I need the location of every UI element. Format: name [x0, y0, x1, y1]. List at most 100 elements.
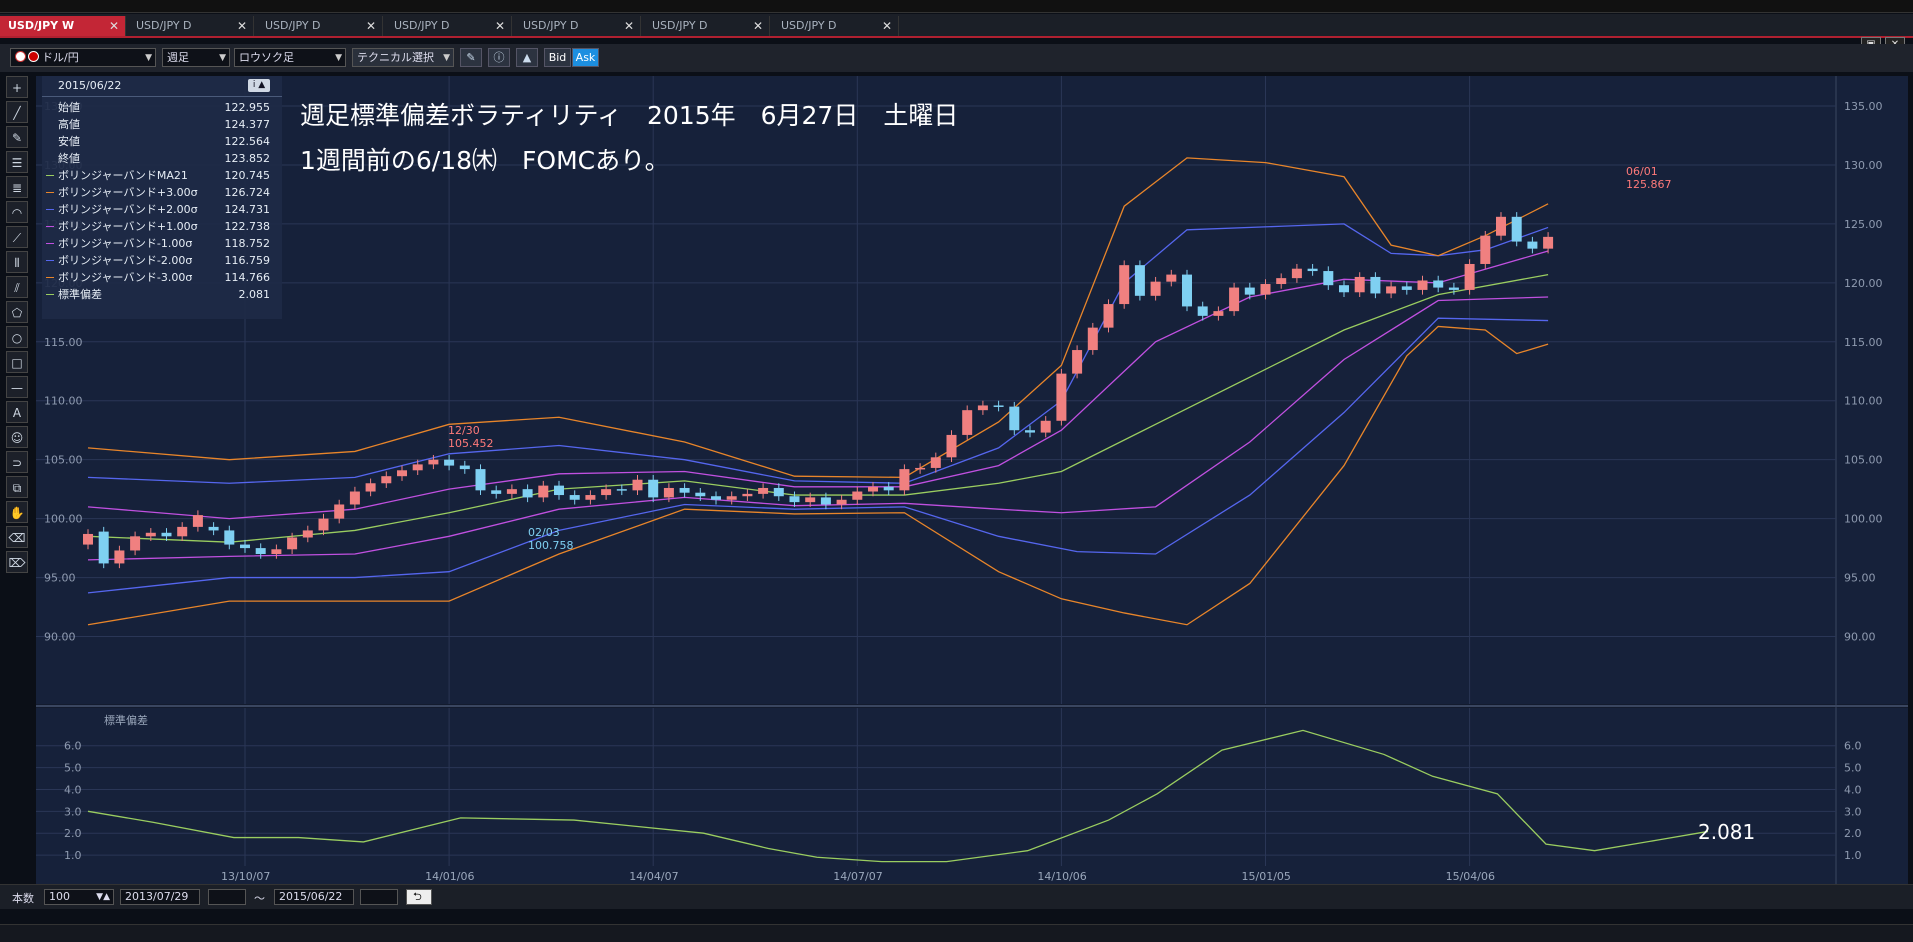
info-row-value: 124.377	[224, 118, 271, 131]
eraser-icon[interactable]: ⌫	[6, 526, 28, 548]
end-date-value: 2015/06/22	[279, 890, 343, 903]
sub-y-tick-label-right: 2.0	[1844, 827, 1862, 840]
circle-icon[interactable]: ○	[6, 326, 28, 348]
close-icon[interactable]: ✕	[624, 16, 634, 36]
text-tool-icon[interactable]: A	[6, 401, 28, 423]
technical-select-button[interactable]: テクニカル選択 ▼	[352, 48, 454, 67]
candle-body	[1260, 284, 1271, 295]
channel-icon[interactable]: ⫽	[6, 276, 28, 298]
close-icon[interactable]: ✕	[109, 16, 119, 36]
candle-body	[1056, 373, 1067, 421]
candle-body	[585, 495, 596, 500]
trendline-icon[interactable]: ╱	[6, 101, 28, 123]
x-tick-label: 14/04/07	[629, 870, 678, 883]
high-marker-date: 12/30	[448, 424, 480, 437]
range-tilde: ～	[254, 892, 265, 905]
candle-body	[569, 495, 580, 500]
chart-tab[interactable]: USD/JPY D ✕	[386, 16, 512, 36]
chart-tab[interactable]: USD/JPY D ✕	[128, 16, 254, 36]
crosshair-icon[interactable]: +	[6, 76, 28, 98]
fibonacci-icon[interactable]: ≣	[6, 176, 28, 198]
copy-icon[interactable]: ⧉	[6, 476, 28, 498]
sub-y-tick-label-left: 2.0	[64, 827, 82, 840]
period-select[interactable]: 週足 ▼	[162, 48, 230, 67]
collapse-icon[interactable]: i ▲	[248, 79, 270, 92]
candle-body	[1040, 420, 1051, 433]
bid-button[interactable]: Bid	[544, 48, 571, 67]
candle-body	[365, 483, 376, 492]
chart-tab[interactable]: USD/JPY D ✕	[257, 16, 383, 36]
start-date-input[interactable]: 2013/07/29	[120, 889, 200, 905]
close-icon[interactable]: ✕	[237, 16, 247, 36]
sub-y-tick-label-left: 1.0	[64, 849, 82, 862]
hand-icon[interactable]: ✋	[6, 501, 28, 523]
start-time-input[interactable]	[208, 889, 246, 905]
candle-body	[836, 499, 847, 505]
candle-body	[444, 459, 455, 466]
tab-label: USD/JPY D	[781, 19, 837, 32]
chart-tab[interactable]: USD/JPY W ✕	[0, 16, 126, 36]
series-color-swatch	[46, 243, 54, 244]
candle-body	[145, 532, 156, 537]
menu-strip	[0, 0, 1913, 13]
candle-body	[1150, 281, 1161, 296]
trading-chart-window: USD/JPY W ✕ USD/JPY D ✕ USD/JPY D ✕ USD/JPY…	[0, 0, 1913, 942]
end-date-input[interactable]: 2015/06/22	[274, 889, 354, 905]
currency-pair-select[interactable]: ドル/円 ▼	[10, 48, 156, 67]
close-icon[interactable]: ✕	[366, 16, 376, 36]
info-panel-date: 2015/06/22	[58, 79, 122, 92]
info-row: 始値 122.955	[42, 99, 282, 116]
close-icon[interactable]: ✕	[495, 16, 505, 36]
count-input[interactable]: 100 ▼▲	[44, 889, 114, 905]
series-color-swatch	[46, 294, 54, 295]
info-row-value: 118.752	[224, 237, 271, 250]
chart-area[interactable]: 90.00 90.00 95.00 95.00 100.00 100.00 105.00 10…	[36, 76, 1908, 884]
info-icon[interactable]: ⓘ	[488, 48, 510, 67]
chart-tab[interactable]: USD/JPY D ✕	[515, 16, 641, 36]
status-bar	[0, 924, 1913, 942]
stamp-icon[interactable]: ☺	[6, 426, 28, 448]
apply-icon[interactable]: ⮌	[406, 889, 432, 905]
pencil-icon[interactable]: ✎	[6, 126, 28, 148]
arc-icon[interactable]: ◠	[6, 201, 28, 223]
y-tick-label-right: 125.00	[1844, 218, 1883, 231]
vertical-lines-icon[interactable]: ⦀	[6, 251, 28, 273]
candle-body	[1182, 274, 1192, 307]
x-tick-label: 13/10/07	[221, 870, 270, 883]
magnet-icon[interactable]: ⊃	[6, 451, 28, 473]
tab-label: USD/JPY D	[394, 19, 450, 32]
info-row: 終値 123.852	[42, 150, 282, 167]
y-tick-label-left: 100.00	[44, 513, 83, 526]
pen-icon[interactable]: ✎	[460, 48, 482, 67]
candle-type-select[interactable]: ロウソク足 ▼	[234, 48, 346, 67]
eraser-all-icon[interactable]: ⌦	[6, 551, 28, 573]
rectangle-icon[interactable]: □	[6, 351, 28, 373]
stepper-icon[interactable]: ▼▲	[96, 890, 110, 904]
x-tick-label: 15/01/05	[1242, 870, 1291, 883]
candle-body	[130, 536, 141, 551]
hline-icon[interactable]: —	[6, 376, 28, 398]
chart-tab[interactable]: USD/JPY D ✕	[644, 16, 770, 36]
y-tick-label-right: 120.00	[1844, 277, 1883, 290]
candle-body	[271, 549, 282, 554]
horizontal-lines-icon[interactable]: ☰	[6, 151, 28, 173]
fan-icon[interactable]: ⟋	[6, 226, 28, 248]
close-icon[interactable]: ✕	[882, 16, 892, 36]
tab-label: USD/JPY D	[136, 19, 192, 32]
candle-body	[1527, 241, 1538, 249]
info-row: ボリンジャーバンド+3.00σ 126.724	[42, 184, 282, 201]
candle-body	[1448, 287, 1459, 290]
end-time-input[interactable]	[360, 889, 398, 905]
close-icon[interactable]: ✕	[753, 16, 763, 36]
x-tick-label: 14/07/07	[833, 870, 882, 883]
y-tick-label-right: 90.00	[1844, 631, 1876, 644]
sub-y-tick-label-right: 5.0	[1844, 762, 1862, 775]
chart-tab[interactable]: USD/JPY D ✕	[773, 16, 899, 36]
series-color-swatch	[46, 209, 54, 210]
candle-body	[1339, 285, 1349, 293]
chart-type-icon[interactable]: ▲	[516, 48, 538, 67]
ask-button[interactable]: Ask	[572, 48, 599, 67]
pentagon-icon[interactable]: ⬠	[6, 301, 28, 323]
sub-y-tick-label-right: 3.0	[1844, 805, 1862, 818]
sub-y-tick-label-left: 4.0	[64, 783, 82, 796]
